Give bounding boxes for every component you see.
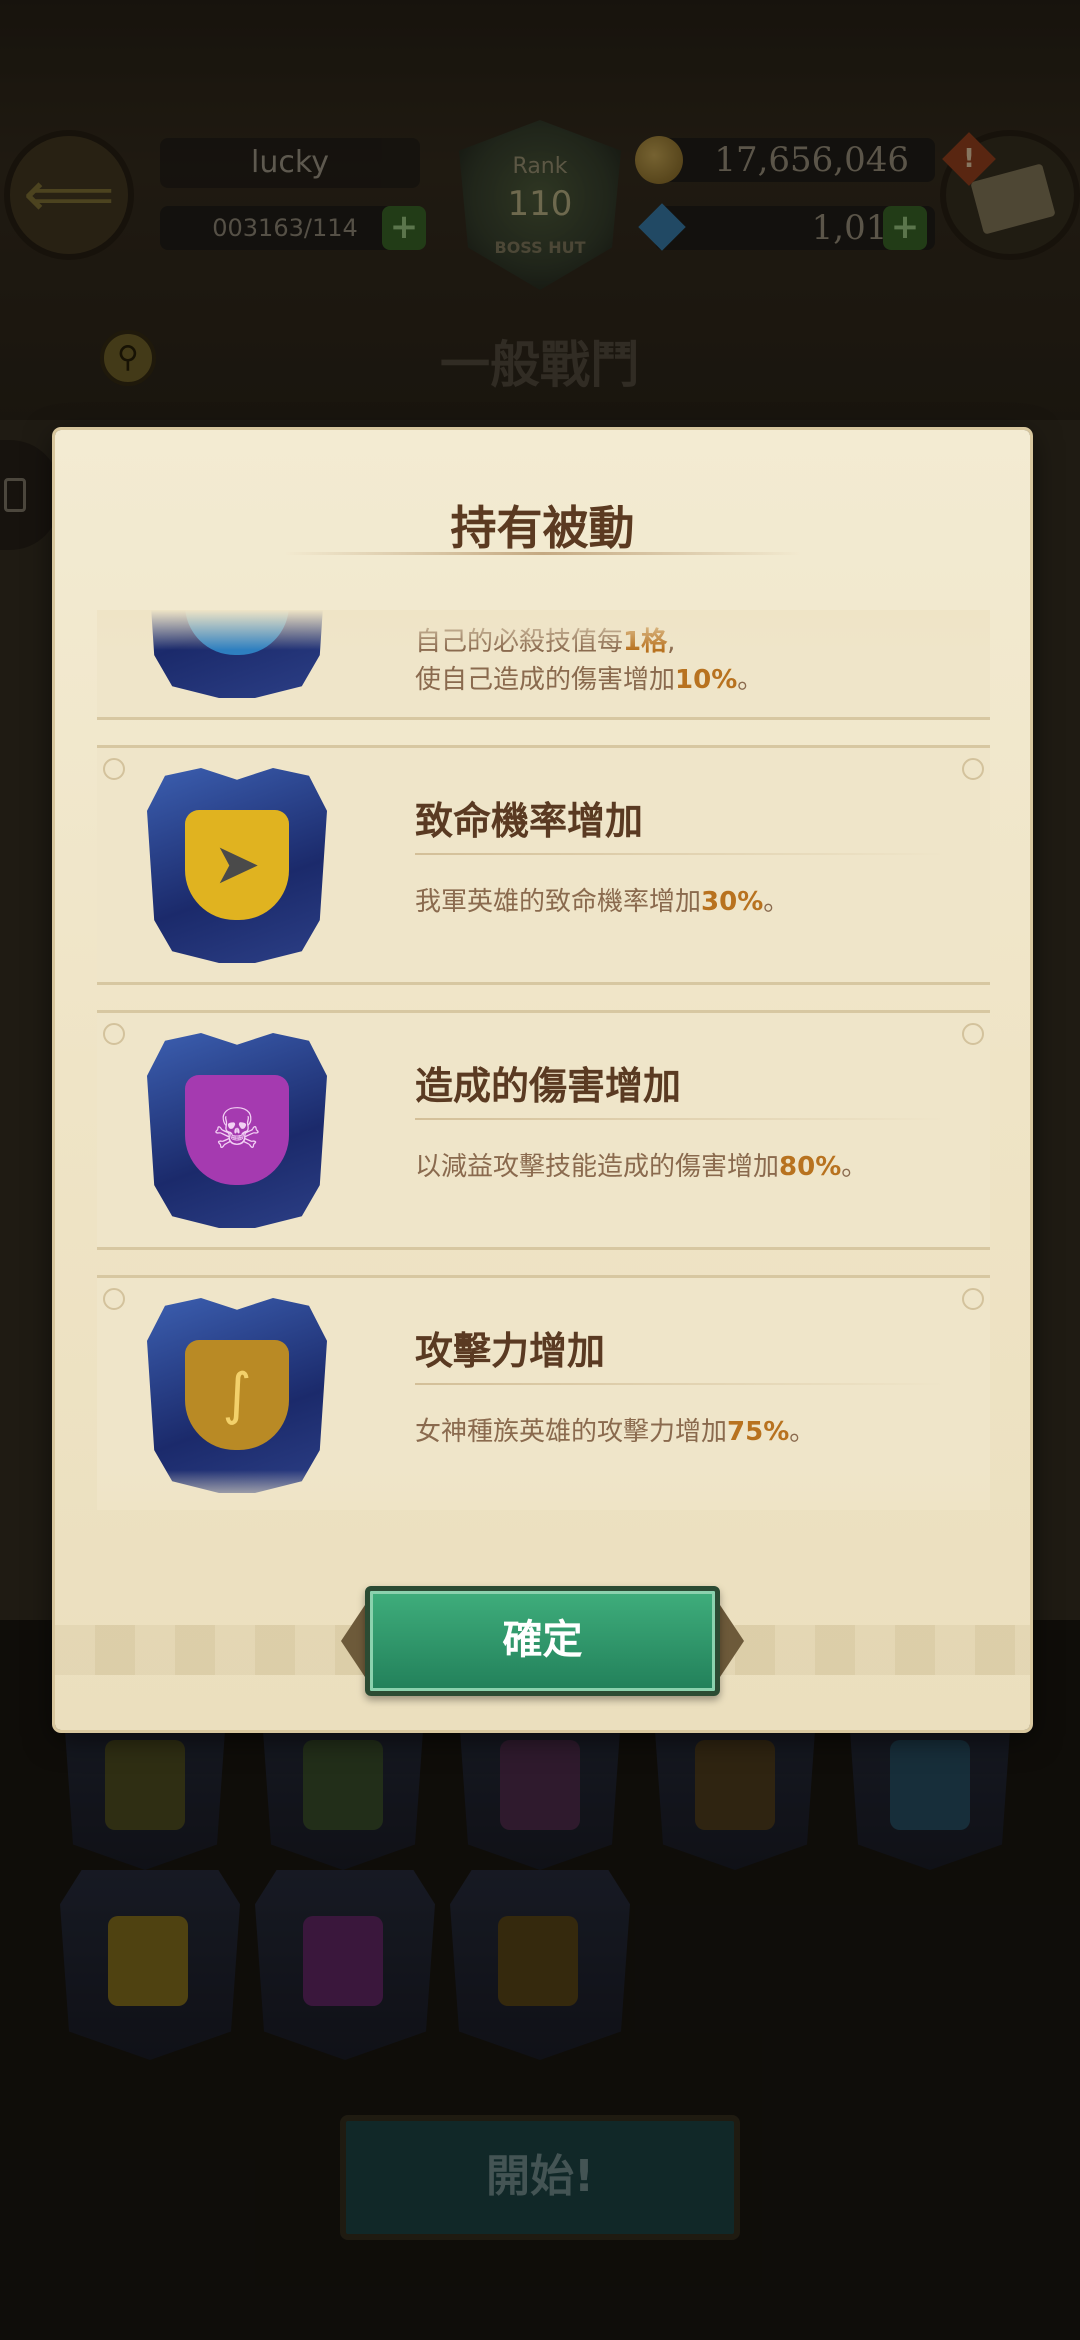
skill-icon-2: ☠ (147, 1033, 327, 1228)
skill-card-3: ∫ 攻擊力增加 女神種族英雄的攻擊力增加75%。 (97, 1275, 990, 1510)
skill-icon-1: ➤ (147, 768, 327, 963)
skull-dagger-icon: ☠ (211, 1097, 263, 1162)
skill-description-2: 以減益攻擊技能造成的傷害增加80%。 (415, 1152, 868, 1182)
skill-name-2: 造成的傷害增加 (415, 1064, 682, 1108)
skill-name-1: 致命機率增加 (415, 799, 644, 843)
skill-icon-3: ∫ (147, 1298, 327, 1493)
skill-icon-0 (147, 610, 327, 698)
skill-name-3: 攻擊力增加 (415, 1329, 606, 1373)
skill-description-3: 女神種族英雄的攻擊力增加75%。 (415, 1417, 816, 1447)
confirm-button[interactable]: 確定 (365, 1586, 720, 1696)
skill-card-1: ➤ 致命機率增加 我軍英雄的致命機率增加30%。 (97, 745, 990, 985)
skill-description-1: 我軍英雄的致命機率增加30%。 (415, 887, 790, 917)
title-divider (285, 552, 800, 555)
skill-card-2: ☠ 造成的傷害增加 以減益攻擊技能造成的傷害增加80%。 (97, 1010, 990, 1250)
passive-skills-dialog: 持有被動 自己的必殺技值每1格, 使自己造成的傷害增加10%。 ➤ 致命機率增加 (55, 430, 1030, 1730)
passive-skill-list[interactable]: 自己的必殺技值每1格, 使自己造成的傷害增加10%。 ➤ 致命機率增加 我軍英雄… (97, 610, 990, 1510)
dialog-title: 持有被動 (450, 501, 635, 555)
triskelion-shield-icon: ∫ (222, 1362, 252, 1427)
skill-description-0: 自己的必殺技值每1格, 使自己造成的傷害增加10%。 (415, 627, 764, 695)
skill-card-0: 自己的必殺技值每1格, 使自己造成的傷害增加10%。 (97, 610, 990, 720)
blade-icon: ➤ (213, 832, 261, 897)
